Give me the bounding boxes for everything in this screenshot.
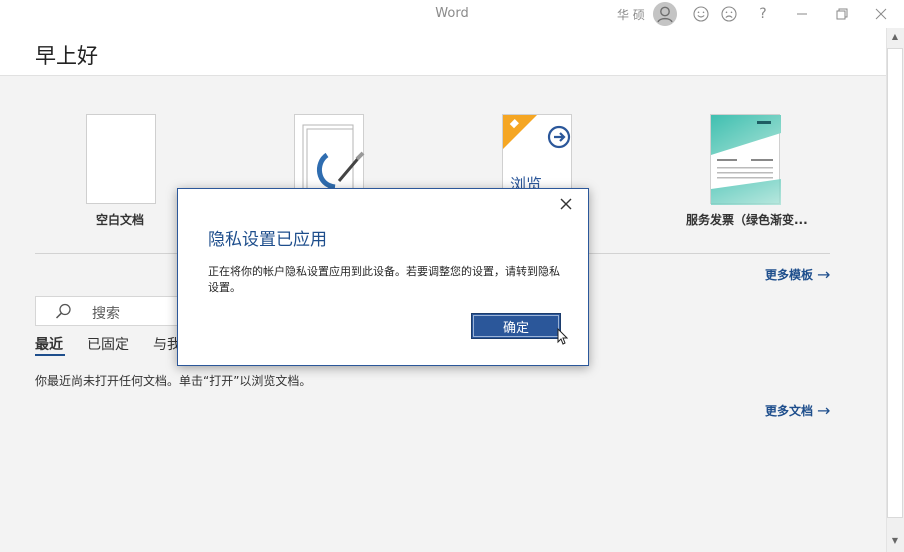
greeting-band: 早上好 [0,28,886,76]
tab-recent-indicator [35,354,65,356]
blank-document-label: 空白文档 [96,213,145,227]
tab-pinned[interactable]: 已固定 [87,334,129,354]
arrow-right-icon: → [817,401,831,420]
greeting: 早上好 [35,44,98,68]
scroll-up-icon[interactable]: ▲ [887,32,903,46]
more-documents-label: 更多文档 [765,404,814,418]
scroll-down-icon[interactable]: ▼ [887,536,903,550]
empty-recent-message: 你最近尚未打开任何文档。单击“打开”以浏览文档。 [35,374,312,388]
search-placeholder: 搜索 [92,306,120,322]
invoice-template-thumbnail [711,115,781,205]
restore-icon[interactable] [832,4,852,24]
ok-button[interactable]: 确定 [471,313,561,339]
dialog-message: 正在将你的帐户隐私设置应用到此设备。若要调整您的设置，请转到隐私设置。 [208,265,560,294]
blank-document-tile[interactable] [86,114,156,204]
more-templates-link[interactable]: 更多模板 → [765,264,831,284]
user-avatar-icon[interactable] [653,2,677,26]
mouse-pointer-icon [557,328,568,345]
tab-recent[interactable]: 最近 [35,334,63,354]
arrow-right-icon: → [817,265,831,284]
invoice-template-tile[interactable] [710,114,781,205]
help-icon[interactable]: ? [753,4,773,24]
scrollbar-thumb[interactable] [887,48,903,518]
minimize-icon[interactable] [792,4,812,24]
close-icon[interactable] [871,4,891,24]
invoice-template-label: 服务发票（绿色渐变... [686,213,808,227]
title-bar: Word 华 硕 ? [0,0,904,28]
search-icon [55,303,71,319]
smile-icon[interactable] [691,4,711,24]
frown-icon[interactable] [719,4,739,24]
dialog-title: 隐私设置已应用 [208,230,327,250]
more-templates-label: 更多模板 [765,268,814,282]
dialog-close-icon[interactable] [557,195,575,213]
more-documents-link[interactable]: 更多文档 → [765,400,831,420]
user-name[interactable]: 华 硕 [617,6,645,23]
